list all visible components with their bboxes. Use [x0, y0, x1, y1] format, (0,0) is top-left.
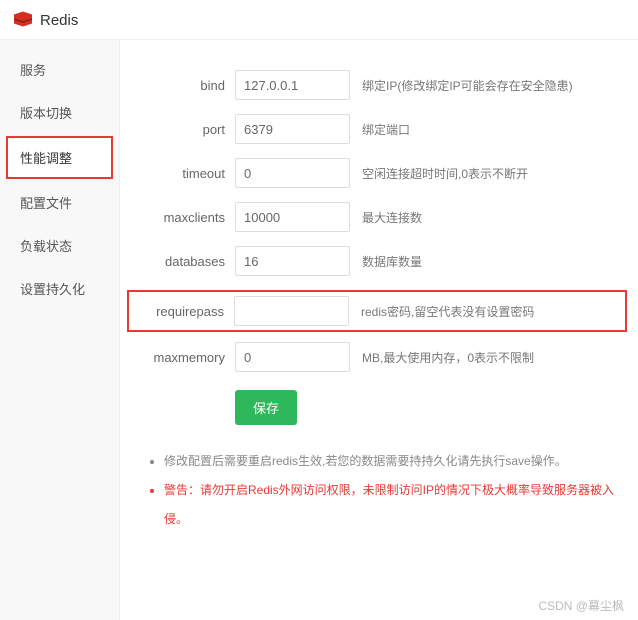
row-maxmemory: maxmemory MB,最大使用内存，0表示不限制 — [130, 342, 618, 372]
desc-timeout: 空闲连接超时时间,0表示不断开 — [362, 165, 528, 182]
note-info: 修改配置后需要重启redis生效,若您的数据需要持持久化请先执行save操作。 — [164, 447, 618, 476]
row-timeout: timeout 空闲连接超时时间,0表示不断开 — [130, 158, 618, 188]
save-button[interactable]: 保存 — [235, 390, 297, 425]
input-maxmemory[interactable] — [235, 342, 350, 372]
row-maxclients: maxclients 最大连接数 — [130, 202, 618, 232]
row-requirepass-highlight: requirepass redis密码,留空代表没有设置密码 — [127, 290, 627, 332]
label-timeout: timeout — [130, 166, 235, 181]
input-requirepass[interactable] — [234, 296, 349, 326]
desc-port: 绑定端口 — [362, 121, 410, 138]
row-port: port 绑定端口 — [130, 114, 618, 144]
desc-requirepass: redis密码,留空代表没有设置密码 — [361, 303, 534, 320]
watermark: CSDN @幕尘枫 — [538, 597, 624, 614]
row-requirepass: requirepass redis密码,留空代表没有设置密码 — [129, 296, 622, 326]
desc-maxclients: 最大连接数 — [362, 209, 422, 226]
sidebar-item-performance[interactable]: 性能调整 — [6, 136, 113, 179]
label-maxmemory: maxmemory — [130, 350, 235, 365]
desc-bind: 绑定IP(修改绑定IP可能会存在安全隐患) — [362, 77, 573, 94]
page-title: Redis — [40, 12, 78, 29]
desc-maxmemory: MB,最大使用内存，0表示不限制 — [362, 349, 534, 366]
label-port: port — [130, 122, 235, 137]
sidebar-item-service[interactable]: 服务 — [0, 48, 119, 91]
row-bind: bind 绑定IP(修改绑定IP可能会存在安全隐患) — [130, 70, 618, 100]
sidebar-item-load[interactable]: 负载状态 — [0, 224, 119, 267]
redis-icon — [14, 10, 40, 31]
label-bind: bind — [130, 78, 235, 93]
sidebar-item-config[interactable]: 配置文件 — [0, 181, 119, 224]
desc-databases: 数据库数量 — [362, 253, 422, 270]
input-databases[interactable] — [235, 246, 350, 276]
sidebar-item-version[interactable]: 版本切换 — [0, 91, 119, 134]
sidebar: 服务 版本切换 性能调整 配置文件 负载状态 设置持久化 — [0, 40, 120, 620]
label-maxclients: maxclients — [130, 210, 235, 225]
notes: 修改配置后需要重启redis生效,若您的数据需要持持久化请先执行save操作。 … — [150, 447, 618, 533]
main-panel: bind 绑定IP(修改绑定IP可能会存在安全隐患) port 绑定端口 tim… — [120, 40, 638, 620]
input-timeout[interactable] — [235, 158, 350, 188]
row-databases: databases 数据库数量 — [130, 246, 618, 276]
input-maxclients[interactable] — [235, 202, 350, 232]
header: Redis — [0, 0, 638, 40]
sidebar-item-persist[interactable]: 设置持久化 — [0, 267, 119, 310]
label-requirepass: requirepass — [129, 304, 234, 319]
label-databases: databases — [130, 254, 235, 269]
input-port[interactable] — [235, 114, 350, 144]
note-warn: 警告：请勿开启Redis外网访问权限，未限制访问IP的情况下极大概率导致服务器被… — [164, 476, 618, 534]
input-bind[interactable] — [235, 70, 350, 100]
